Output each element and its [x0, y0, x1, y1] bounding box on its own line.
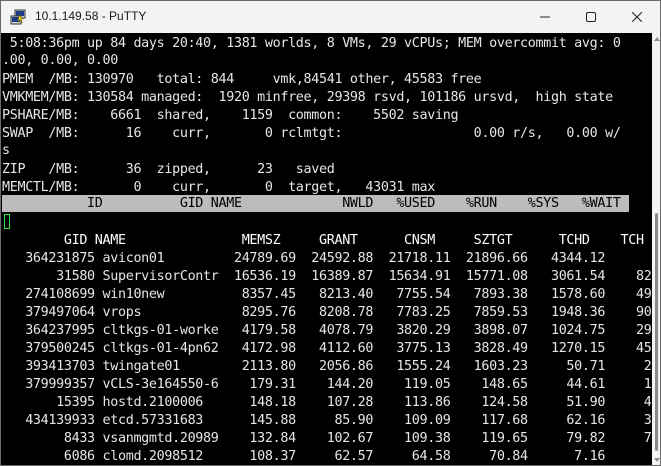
- scroll-down-arrow-icon[interactable]: [654, 458, 660, 462]
- window-title: 10.1.149.58 - PuTTY: [35, 9, 147, 23]
- text-cursor: [4, 214, 10, 229]
- table-header: GID NAME MEMSZ GRANT CNSM SZTGT TCHD TCH: [2, 233, 644, 248]
- table-row: 364231875 avicon01 24789.69 24592.88 217…: [2, 250, 652, 266]
- table-row: 31580 SupervisorContr 16536.19 16389.87 …: [2, 268, 652, 284]
- title-bar[interactable]: 10.1.149.58 - PuTTY: [1, 1, 660, 33]
- close-button[interactable]: [614, 1, 660, 33]
- maximize-icon: [586, 12, 596, 22]
- putty-window: 10.1.149.58 - PuTTY 5:08:36pm up 84 days…: [0, 0, 661, 466]
- column-header-bar: ID GID NAME NWLD %USED %RUN %SYS %WAIT: [2, 195, 629, 212]
- summary-line: PSHARE/MB: 6661 shared, 1159 common: 550…: [2, 107, 459, 123]
- summary-line: VMKMEM/MB: 130584 managed: 1920 minfree,…: [2, 89, 613, 105]
- table-row: 379497064 vrops 8295.76 8208.78 7783.25 …: [2, 304, 652, 320]
- table-row: 15395 hostd.2100006 148.18 107.28 113.86…: [2, 394, 652, 410]
- maximize-button[interactable]: [568, 1, 614, 33]
- table-row: 8433 vsanmgmtd.20989 132.84 102.67 109.3…: [2, 430, 652, 446]
- table-row: 434139933 etcd.57331683 145.88 85.90 109…: [2, 412, 652, 428]
- minimize-icon: [540, 16, 550, 18]
- summary-line: ZIP /MB: 36 zipped, 23 saved: [2, 161, 335, 177]
- summary-line: PMEM /MB: 130970 total: 844 vmk,84541 ot…: [2, 71, 482, 87]
- table-row: 379500245 cltkgs-01-4pn62 4172.98 4112.6…: [2, 340, 652, 356]
- summary-line: .00, 0.00, 0.00: [2, 52, 118, 68]
- scrollbar-thumb[interactable]: [655, 213, 658, 451]
- table-row: 6086 clomd.2098512 108.37 62.57 64.58 70…: [2, 448, 652, 464]
- table-row: 393413703 twingate01 2113.80 2056.86 155…: [2, 358, 652, 374]
- summary-line: MEMCTL/MB: 0 curr, 0 target, 43031 max: [2, 179, 435, 195]
- summary-line: s: [2, 142, 10, 158]
- table-row: 364237995 cltkgs-01-worke 4179.58 4078.7…: [2, 322, 652, 338]
- putty-icon: [10, 9, 26, 25]
- minimize-button[interactable]: [522, 1, 568, 33]
- summary-line: SWAP /MB: 16 curr, 0 rclmtgt: 0.00 r/s, …: [2, 125, 621, 141]
- terminal-screen[interactable]: 5:08:36pm up 84 days 20:40, 1381 worlds,…: [2, 33, 652, 465]
- close-icon: [632, 12, 642, 22]
- summary-line: 5:08:36pm up 84 days 20:40, 1381 worlds,…: [2, 36, 621, 51]
- table-row: 379999357 vCLS-3e164550-6 179.31 144.20 …: [2, 376, 652, 392]
- vertical-scrollbar[interactable]: [652, 33, 660, 465]
- table-row: 274108699 win10new 8357.45 8213.40 7755.…: [2, 286, 652, 302]
- scroll-up-arrow-icon[interactable]: [654, 37, 660, 41]
